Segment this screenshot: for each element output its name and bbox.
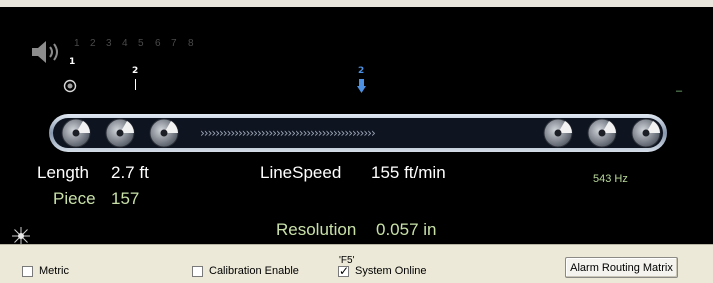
channel-number[interactable]: 5 bbox=[138, 38, 144, 49]
marker-2-label: 2 bbox=[132, 66, 139, 76]
channel-number[interactable]: 3 bbox=[106, 38, 112, 49]
channel-number[interactable]: 1 bbox=[74, 38, 80, 49]
linespeed-value: 155 ft/min bbox=[371, 163, 446, 182]
resolution-label: Resolution bbox=[276, 220, 357, 239]
system-online-checkbox-box[interactable] bbox=[338, 264, 349, 278]
speaker-icon[interactable] bbox=[30, 38, 64, 66]
metric-checkbox-box[interactable] bbox=[22, 265, 33, 277]
resolution-value: 0.057 in bbox=[376, 220, 437, 239]
marker-3-label: 2 bbox=[358, 66, 365, 76]
channel-number[interactable]: 2 bbox=[90, 38, 96, 49]
length-value: 2.7 ft bbox=[111, 163, 149, 182]
channel-number[interactable]: 6 bbox=[155, 38, 161, 49]
conveyor-direction-arrows: ››››››››››››››››››››››››››››››››››››››››… bbox=[200, 126, 376, 140]
alarm-routing-matrix-button[interactable]: Alarm Routing Matrix bbox=[565, 257, 678, 278]
linespeed-label: LineSpeed bbox=[260, 163, 342, 182]
sunburst-icon[interactable] bbox=[11, 226, 31, 246]
blue-marker-icon[interactable] bbox=[357, 79, 366, 93]
system-online-label: System Online bbox=[355, 265, 427, 277]
metric-label: Metric bbox=[39, 265, 69, 277]
piece-label: Piece bbox=[53, 189, 96, 208]
target-marker-icon[interactable] bbox=[63, 79, 77, 93]
system-online-checkbox[interactable]: System Online bbox=[338, 264, 427, 278]
metric-checkbox[interactable]: Metric bbox=[22, 265, 69, 277]
conveyor-display: 1 2 3 4 5 6 7 8 1 2 2 – ››››››››››››››››… bbox=[0, 0, 713, 246]
marker-1-label: 1 bbox=[69, 57, 76, 67]
channel-number[interactable]: 8 bbox=[188, 38, 194, 49]
calibration-enable-checkbox[interactable]: Calibration Enable bbox=[192, 265, 299, 277]
channel-number[interactable]: 4 bbox=[122, 38, 128, 49]
length-label: Length bbox=[37, 163, 89, 182]
frequency-readout: 543 Hz bbox=[593, 173, 628, 185]
calibration-label: Calibration Enable bbox=[209, 265, 299, 277]
piece-value: 157 bbox=[111, 189, 140, 208]
channel-number[interactable]: 7 bbox=[171, 38, 177, 49]
right-marker: – bbox=[676, 85, 683, 97]
calibration-checkbox-box[interactable] bbox=[192, 265, 203, 277]
marker-2-tick[interactable] bbox=[135, 79, 136, 90]
